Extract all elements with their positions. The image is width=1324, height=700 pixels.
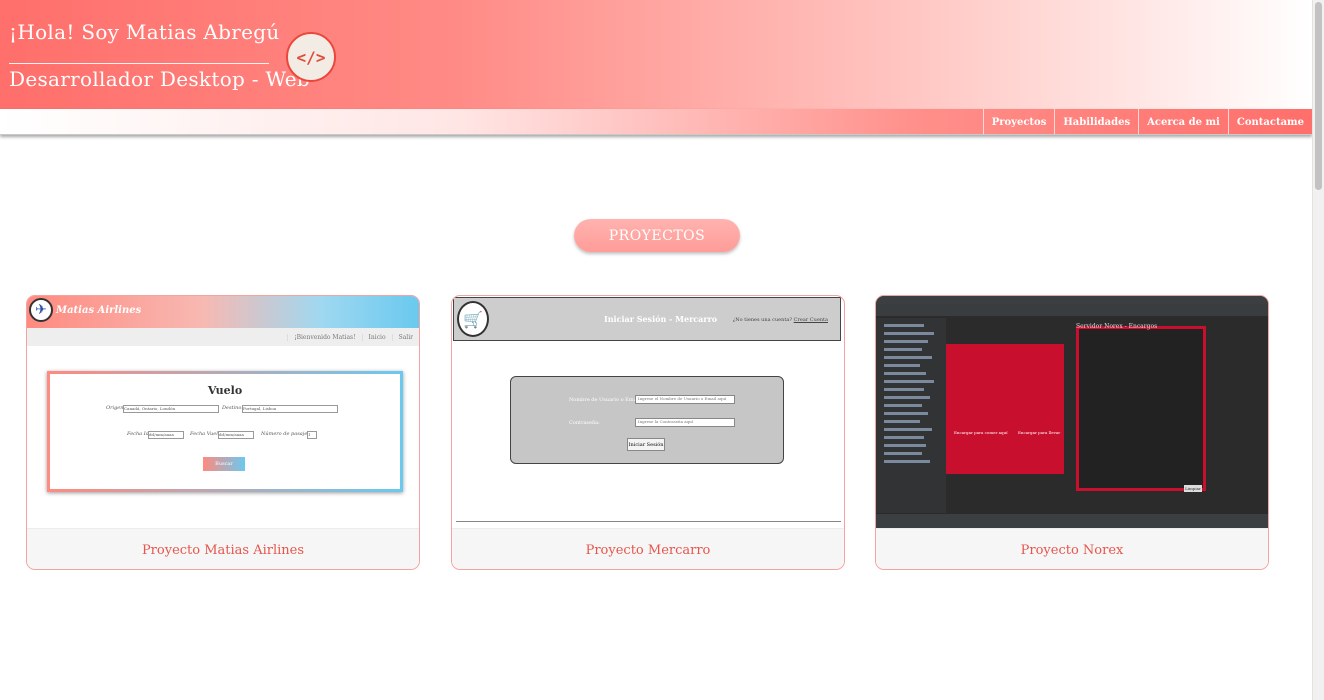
preview-menu-item: Inicio (361, 333, 392, 341)
navbar: Proyectos Habilidades Acerca de mi Conta… (0, 109, 1312, 135)
hero-header: ¡Hola! Soy Matias Abregú Desarrollador D… (0, 0, 1312, 109)
section-title: PROYECTOS (574, 219, 740, 252)
hero-title: ¡Hola! Soy Matias Abregú (9, 20, 280, 44)
project-preview-image: Encargar para comer aquí Encargar para l… (876, 296, 1268, 528)
preview-ide: Encargar para comer aquí Encargar para l… (876, 296, 1268, 528)
page-scrollbar[interactable] (1312, 0, 1324, 700)
hero-divider (9, 63, 269, 64)
preview-option: Encargar para llevar (1018, 430, 1061, 435)
preview-field: 1 (307, 431, 317, 439)
preview-dialog (1076, 326, 1206, 491)
preview-create-account: Crear Cuenta (793, 317, 828, 323)
project-card-mercarro[interactable]: 🛒 Iniciar Sesión - Mercarro ¿No tienes u… (451, 295, 845, 570)
preview-statusbar (876, 514, 1268, 528)
preview-field: Portugal, Lisboa (242, 405, 338, 413)
project-title[interactable]: Proyecto Matias Airlines (142, 543, 304, 558)
card-footer: Proyecto Norex (876, 528, 1268, 569)
preview-menu: ¡Bienvenido Matias! Inicio Salir (27, 328, 419, 346)
airplane-icon: ✈ (29, 298, 53, 322)
nav-item-acerca[interactable]: Acerca de mi (1138, 109, 1228, 134)
nav-menu: Proyectos Habilidades Acerca de mi Conta… (982, 109, 1312, 134)
project-preview-image: 🛒 Iniciar Sesión - Mercarro ¿No tienes u… (452, 296, 844, 528)
preview-login-box: Nombre de Usuario o Email: Ingrese el No… (510, 376, 784, 464)
preview-no-account: ¿No tienes una cuenta? (732, 317, 793, 323)
nav-item-proyectos[interactable]: Proyectos (982, 109, 1055, 134)
preview-order-panel: Encargar para comer aquí Encargar para l… (946, 344, 1064, 474)
preview-input: Ingrese la Contraseña aquí (635, 418, 735, 427)
preview-label: Destino: (222, 405, 244, 411)
preview-label: Contraseña: (569, 420, 600, 426)
hero-subtitle: Desarrollador Desktop - Web (9, 67, 310, 91)
preview-toolbar (876, 304, 1268, 316)
preview-option: Encargar para comer aquí (954, 430, 1008, 435)
preview-field: Canadá, Ontario, Londón (123, 405, 219, 413)
preview-login-button: Iniciar Sesión (627, 438, 665, 451)
shopping-cart-icon: 🛒 (457, 301, 489, 337)
project-title[interactable]: Proyecto Norex (1021, 543, 1124, 558)
preview-menu-item: Salir (391, 333, 419, 341)
scrollbar-thumb[interactable] (1315, 2, 1322, 190)
preview-search-button: Buscar (203, 457, 245, 471)
preview-brand: Matias Airlines (56, 305, 142, 316)
preview-field: dd/mm/aaaa (148, 431, 184, 439)
preview-field: dd/mm/aaaa (218, 431, 254, 439)
project-preview-image: ✈ Matias Airlines ¡Bienvenido Matias! In… (27, 296, 419, 528)
preview-header: 🛒 Iniciar Sesión - Mercarro ¿No tienes u… (453, 297, 841, 341)
preview-form: Vuelo Origen: Canadá, Ontario, Londón De… (47, 371, 403, 492)
code-icon: </> (286, 32, 336, 82)
preview-header: ✈ Matias Airlines (27, 296, 419, 328)
card-footer: Proyecto Mercarro (452, 528, 844, 569)
preview-welcome: ¡Bienvenido Matias! (287, 333, 361, 341)
nav-item-habilidades[interactable]: Habilidades (1054, 109, 1138, 134)
preview-account-link: ¿No tienes una cuenta? Crear Cuenta (733, 317, 828, 323)
preview-label: Nombre de Usuario o Email: (569, 397, 642, 403)
preview-dialog-title: Servidor Norex - Encargos (1076, 323, 1158, 330)
project-card-airlines[interactable]: ✈ Matias Airlines ¡Bienvenido Matias! In… (26, 295, 420, 570)
preview-clear-button: Limpiar (1184, 485, 1202, 492)
project-card-norex[interactable]: Encargar para comer aquí Encargar para l… (875, 295, 1269, 570)
preview-input: Ingrese el Nombre de Usuario o Email aqu… (635, 395, 735, 404)
nav-item-contactame[interactable]: Contactame (1227, 109, 1312, 134)
preview-menubar (876, 296, 1268, 304)
project-title[interactable]: Proyecto Mercarro (586, 543, 711, 558)
preview-project-tree (876, 318, 946, 513)
preview-heading: Iniciar Sesión - Mercarro (604, 314, 718, 324)
card-footer: Proyecto Matias Airlines (27, 528, 419, 569)
preview-form-title: Vuelo (207, 384, 243, 397)
preview-divider (456, 521, 841, 522)
